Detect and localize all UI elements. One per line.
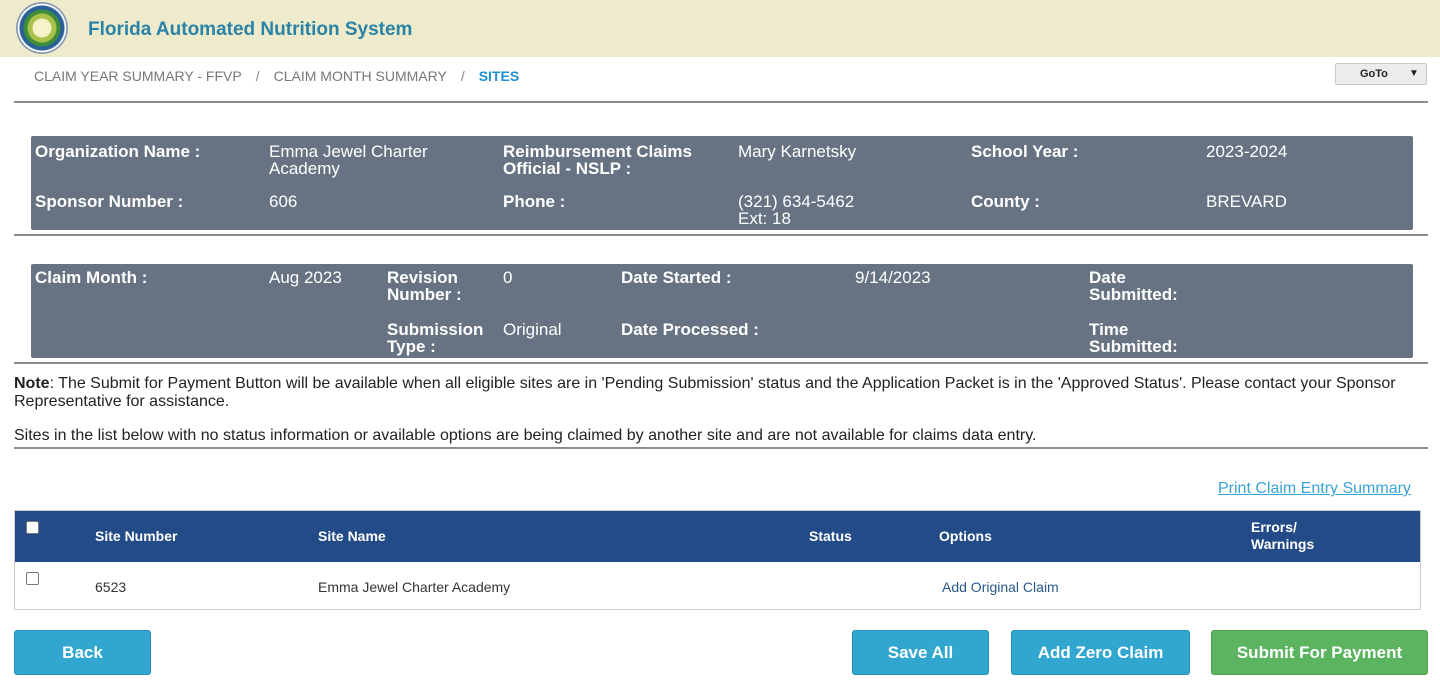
time-submitted-label: Time Submitted: bbox=[1089, 320, 1178, 356]
breadcrumb-separator: / bbox=[460, 68, 465, 84]
site-name-cell: Emma Jewel Charter Academy bbox=[318, 579, 511, 595]
add-zero-claim-button[interactable]: Add Zero Claim bbox=[1011, 630, 1190, 675]
table-header: Site Number Site Name Status Options Err… bbox=[15, 511, 1420, 562]
payment-note: Note: The Submit for Payment Button will… bbox=[14, 375, 1426, 411]
school-year-value: 2023-2024 bbox=[1206, 142, 1288, 161]
sponsor-number-value: 606 bbox=[269, 192, 298, 211]
sites-table: Site Number Site Name Status Options Err… bbox=[14, 510, 1421, 610]
app-header: Florida Automated Nutrition System bbox=[0, 0, 1440, 57]
revision-number-label: Revision Number : bbox=[387, 268, 462, 304]
date-processed-label: Date Processed : bbox=[621, 320, 759, 339]
divider bbox=[14, 447, 1428, 449]
date-started-label: Date Started : bbox=[621, 268, 732, 287]
print-claim-entry-summary-link[interactable]: Print Claim Entry Summary bbox=[1218, 480, 1411, 498]
breadcrumb-sites: SITES bbox=[478, 68, 520, 84]
submission-type-value: Original bbox=[503, 320, 562, 339]
sponsor-number-label: Sponsor Number : bbox=[35, 192, 184, 211]
phone-value: (321) 634-5462 bbox=[738, 192, 855, 211]
state-seal-logo bbox=[17, 3, 67, 53]
note-prefix: Note bbox=[14, 375, 50, 392]
claims-official-value: Mary Karnetsky bbox=[738, 142, 857, 161]
column-header-site-name[interactable]: Site Name bbox=[318, 528, 386, 545]
divider bbox=[14, 234, 1428, 236]
site-number-cell: 6523 bbox=[95, 579, 127, 595]
app-title: Florida Automated Nutrition System bbox=[88, 19, 413, 40]
submission-type-label: Submission Type : bbox=[387, 320, 484, 356]
claim-info-panel: Claim Month : Aug 2023 Revision Number :… bbox=[31, 264, 1413, 358]
county-label: County : bbox=[971, 192, 1040, 211]
phone-label: Phone : bbox=[503, 192, 566, 211]
note-text: : The Submit for Payment Button will be … bbox=[14, 375, 1396, 410]
breadcrumb-claim-year-summary[interactable]: CLAIM YEAR SUMMARY - FFVP bbox=[34, 68, 242, 84]
claims-official-label: Reimbursement Claims Official - NSLP : bbox=[503, 142, 692, 178]
date-submitted-label: Date Submitted: bbox=[1089, 268, 1178, 304]
add-original-claim-link[interactable]: Add Original Claim bbox=[942, 579, 1059, 595]
revision-number-value: 0 bbox=[503, 268, 513, 287]
claim-month-value: Aug 2023 bbox=[269, 268, 342, 287]
caret-down-icon: ▼ bbox=[1409, 68, 1419, 79]
save-all-button[interactable]: Save All bbox=[852, 630, 989, 675]
row-checkbox[interactable] bbox=[26, 572, 39, 585]
county-value: BREVARD bbox=[1206, 192, 1287, 211]
submit-for-payment-button[interactable]: Submit For Payment bbox=[1211, 630, 1428, 675]
breadcrumb: CLAIM YEAR SUMMARY - FFVP / CLAIM MONTH … bbox=[34, 68, 519, 84]
goto-dropdown[interactable]: GoTo ▼ bbox=[1335, 63, 1427, 85]
column-header-errors-warnings: Errors/ Warnings bbox=[1251, 519, 1315, 552]
organization-info-panel: Organization Name : Emma Jewel Charter A… bbox=[31, 136, 1413, 230]
column-header-site-number[interactable]: Site Number bbox=[95, 528, 177, 545]
column-header-options: Options bbox=[939, 528, 992, 544]
divider bbox=[14, 362, 1428, 364]
claim-month-label: Claim Month : bbox=[35, 268, 148, 287]
breadcrumb-claim-month-summary[interactable]: CLAIM MONTH SUMMARY bbox=[274, 68, 447, 84]
back-button[interactable]: Back bbox=[14, 630, 151, 675]
org-name-label: Organization Name : bbox=[35, 142, 201, 161]
org-name-value: Emma Jewel Charter Academy bbox=[269, 142, 428, 178]
sites-note: Sites in the list below with no status i… bbox=[14, 427, 1037, 444]
column-header-status[interactable]: Status bbox=[809, 528, 852, 545]
date-started-value: 9/14/2023 bbox=[855, 268, 931, 287]
select-all-checkbox[interactable] bbox=[26, 521, 39, 534]
school-year-label: School Year : bbox=[971, 142, 1079, 161]
phone-extension: Ext: 18 bbox=[738, 209, 791, 228]
goto-label: GoTo bbox=[1360, 68, 1388, 80]
divider bbox=[14, 101, 1428, 103]
breadcrumb-separator: / bbox=[255, 68, 260, 84]
